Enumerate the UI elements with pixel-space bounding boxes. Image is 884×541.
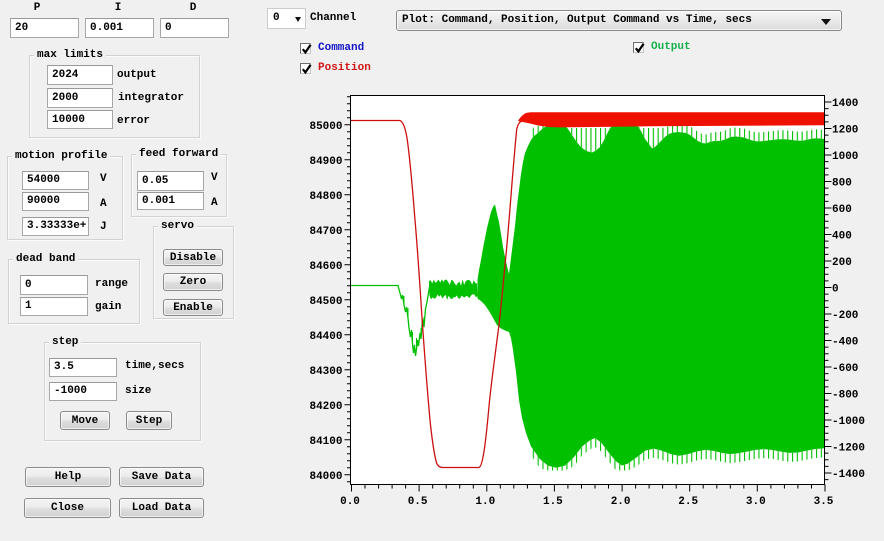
svg-text:0: 0 [832, 284, 839, 296]
svg-text:-1400: -1400 [832, 469, 865, 481]
svg-text:800: 800 [832, 178, 852, 190]
svg-text:2.5: 2.5 [678, 496, 698, 508]
svg-text:84000: 84000 [309, 471, 342, 483]
svg-text:-200: -200 [832, 310, 858, 322]
svg-text:200: 200 [832, 257, 852, 269]
svg-text:1000: 1000 [832, 151, 858, 163]
svg-text:84500: 84500 [309, 296, 342, 308]
svg-text:-1200: -1200 [832, 443, 865, 455]
svg-text:1200: 1200 [832, 125, 858, 137]
svg-text:-600: -600 [832, 363, 858, 375]
svg-text:85000: 85000 [309, 121, 342, 133]
svg-text:-800: -800 [832, 390, 858, 402]
svg-text:1.5: 1.5 [543, 496, 563, 508]
svg-text:0.5: 0.5 [408, 496, 428, 508]
svg-text:1.0: 1.0 [475, 496, 495, 508]
svg-text:0.0: 0.0 [340, 496, 360, 508]
svg-text:84800: 84800 [309, 191, 342, 203]
svg-text:84400: 84400 [309, 331, 342, 343]
svg-text:84100: 84100 [309, 436, 342, 448]
svg-text:84300: 84300 [309, 366, 342, 378]
svg-text:84200: 84200 [309, 401, 342, 413]
svg-text:2.0: 2.0 [611, 496, 631, 508]
svg-text:600: 600 [832, 204, 852, 216]
svg-text:-400: -400 [832, 337, 858, 349]
svg-text:-1000: -1000 [832, 416, 865, 428]
svg-text:1400: 1400 [832, 98, 858, 110]
svg-text:84700: 84700 [309, 226, 342, 238]
svg-text:400: 400 [832, 231, 852, 243]
svg-text:3.5: 3.5 [814, 496, 834, 508]
svg-text:84900: 84900 [309, 156, 342, 168]
svg-text:84600: 84600 [309, 261, 342, 273]
svg-text:3.0: 3.0 [746, 496, 766, 508]
